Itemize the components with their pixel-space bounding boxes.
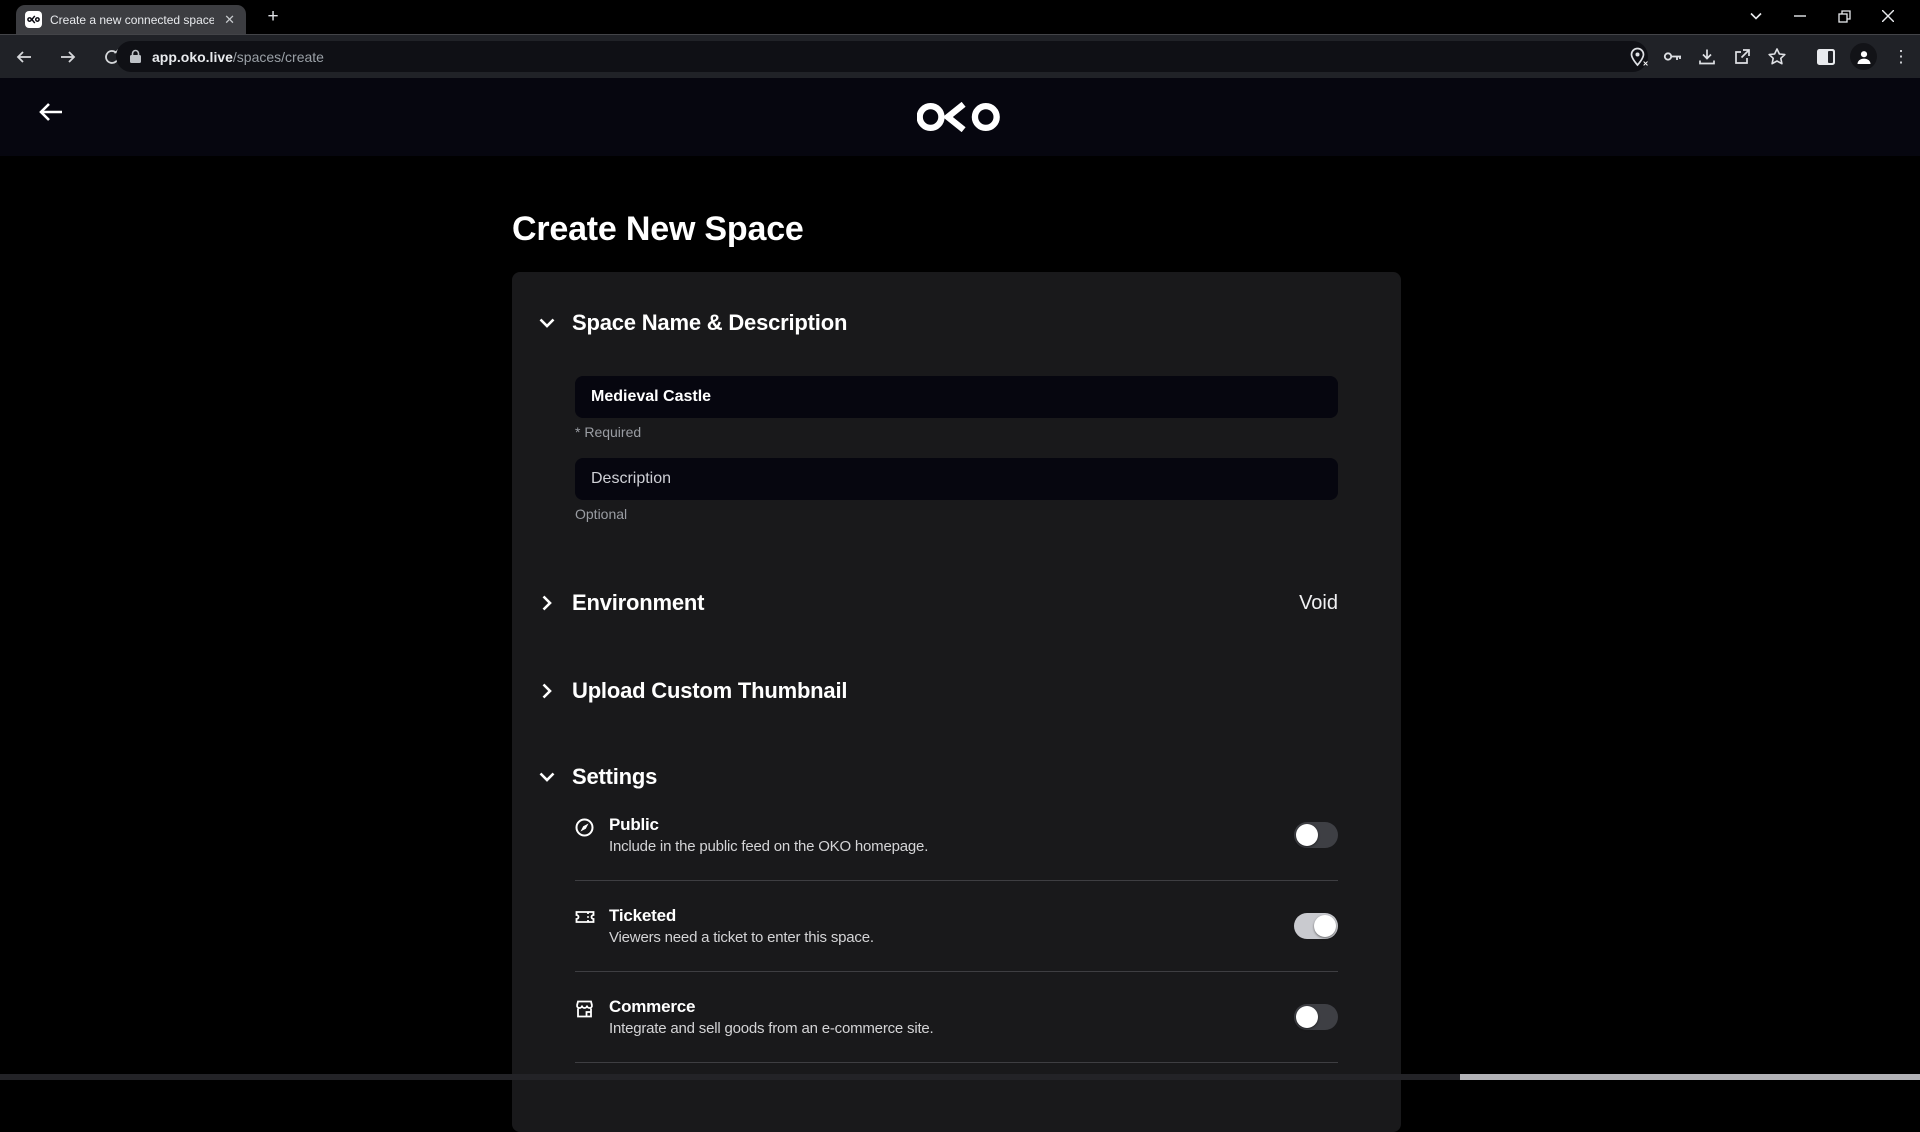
setting-description: Include in the public feed on the OKO ho… xyxy=(609,838,928,855)
setting-label: Public xyxy=(609,815,928,835)
tab-title: Create a new connected space / xyxy=(50,13,214,27)
share-icon[interactable] xyxy=(1731,46,1753,68)
window-controls xyxy=(1734,2,1910,30)
minimize-button[interactable] xyxy=(1778,2,1822,30)
environment-value: Void xyxy=(1299,590,1338,616)
profile-avatar[interactable] xyxy=(1850,43,1877,70)
storefront-icon xyxy=(575,1000,595,1020)
section-title: Settings xyxy=(572,764,657,790)
taskbar-edge xyxy=(0,1074,1920,1080)
section-settings[interactable]: Settings xyxy=(539,764,657,790)
site-back-button[interactable] xyxy=(38,101,64,123)
url-bar[interactable]: app.oko.live/spaces/create xyxy=(116,41,1648,72)
section-name-description[interactable]: Space Name & Description xyxy=(539,310,847,336)
tab-strip: Create a new connected space / ✕ + xyxy=(0,0,1920,34)
ticketed-toggle[interactable] xyxy=(1294,913,1338,939)
compass-icon xyxy=(575,818,595,838)
new-tab-button[interactable]: + xyxy=(262,7,284,29)
download-icon[interactable] xyxy=(1696,46,1718,68)
oko-logo xyxy=(917,102,1003,132)
required-hint: * Required xyxy=(575,424,641,440)
toggle-knob xyxy=(1296,1006,1318,1028)
chevron-down-icon xyxy=(539,315,555,331)
toggle-knob xyxy=(1314,915,1336,937)
section-thumbnail[interactable]: Upload Custom Thumbnail xyxy=(539,678,847,704)
section-title: Environment xyxy=(572,590,704,616)
chevron-right-icon xyxy=(539,595,555,611)
chrome-menu-icon[interactable]: ⋮ xyxy=(1890,46,1912,68)
close-button[interactable] xyxy=(1866,2,1910,30)
url-domain: app.oko.live xyxy=(152,49,233,65)
public-toggle[interactable] xyxy=(1294,822,1338,848)
commerce-toggle[interactable] xyxy=(1294,1004,1338,1030)
section-environment[interactable]: Environment xyxy=(539,590,704,616)
oko-favicon xyxy=(25,11,42,28)
setting-row-public: Public Include in the public feed on the… xyxy=(575,790,1338,881)
setting-row-commerce: Commerce Integrate and sell goods from a… xyxy=(575,972,1338,1063)
site-header xyxy=(0,78,1920,156)
optional-hint: Optional xyxy=(575,506,627,522)
restore-button[interactable] xyxy=(1822,2,1866,30)
toggle-knob xyxy=(1296,824,1318,846)
taskbar-edge-light xyxy=(1460,1074,1920,1080)
blocked-badge: ✕ xyxy=(1641,60,1650,69)
tab-close-icon[interactable]: ✕ xyxy=(222,11,237,28)
page-title: Create New Space xyxy=(512,210,804,249)
space-name-input[interactable] xyxy=(575,376,1338,418)
url-path: /spaces/create xyxy=(233,49,324,65)
setting-description: Viewers need a ticket to enter this spac… xyxy=(609,929,874,946)
url-text: app.oko.live/spaces/create xyxy=(152,49,324,65)
setting-label: Commerce xyxy=(609,997,934,1017)
ticket-icon xyxy=(575,909,595,929)
side-panel-icon[interactable] xyxy=(1815,46,1837,68)
setting-label: Ticketed xyxy=(609,906,874,926)
lock-icon xyxy=(129,49,142,64)
create-space-card: Space Name & Description * Required Opti… xyxy=(512,272,1401,1132)
section-title: Upload Custom Thumbnail xyxy=(572,678,847,704)
description-input[interactable] xyxy=(575,458,1338,500)
location-blocked-icon[interactable]: ✕ xyxy=(1626,46,1648,68)
setting-row-ticketed: Ticketed Viewers need a ticket to enter … xyxy=(575,881,1338,972)
browser-tab[interactable]: Create a new connected space / ✕ xyxy=(16,5,246,34)
chevron-right-icon xyxy=(539,683,555,699)
bookmark-star-icon[interactable] xyxy=(1766,46,1788,68)
browser-toolbar: app.oko.live/spaces/create ✕ xyxy=(0,34,1920,78)
tab-search-icon[interactable] xyxy=(1734,2,1778,30)
chevron-down-icon xyxy=(539,769,555,785)
back-button[interactable] xyxy=(8,41,40,73)
section-title: Space Name & Description xyxy=(572,310,847,336)
forward-button[interactable] xyxy=(52,41,84,73)
setting-description: Integrate and sell goods from an e-comme… xyxy=(609,1020,934,1037)
key-icon[interactable] xyxy=(1661,46,1683,68)
